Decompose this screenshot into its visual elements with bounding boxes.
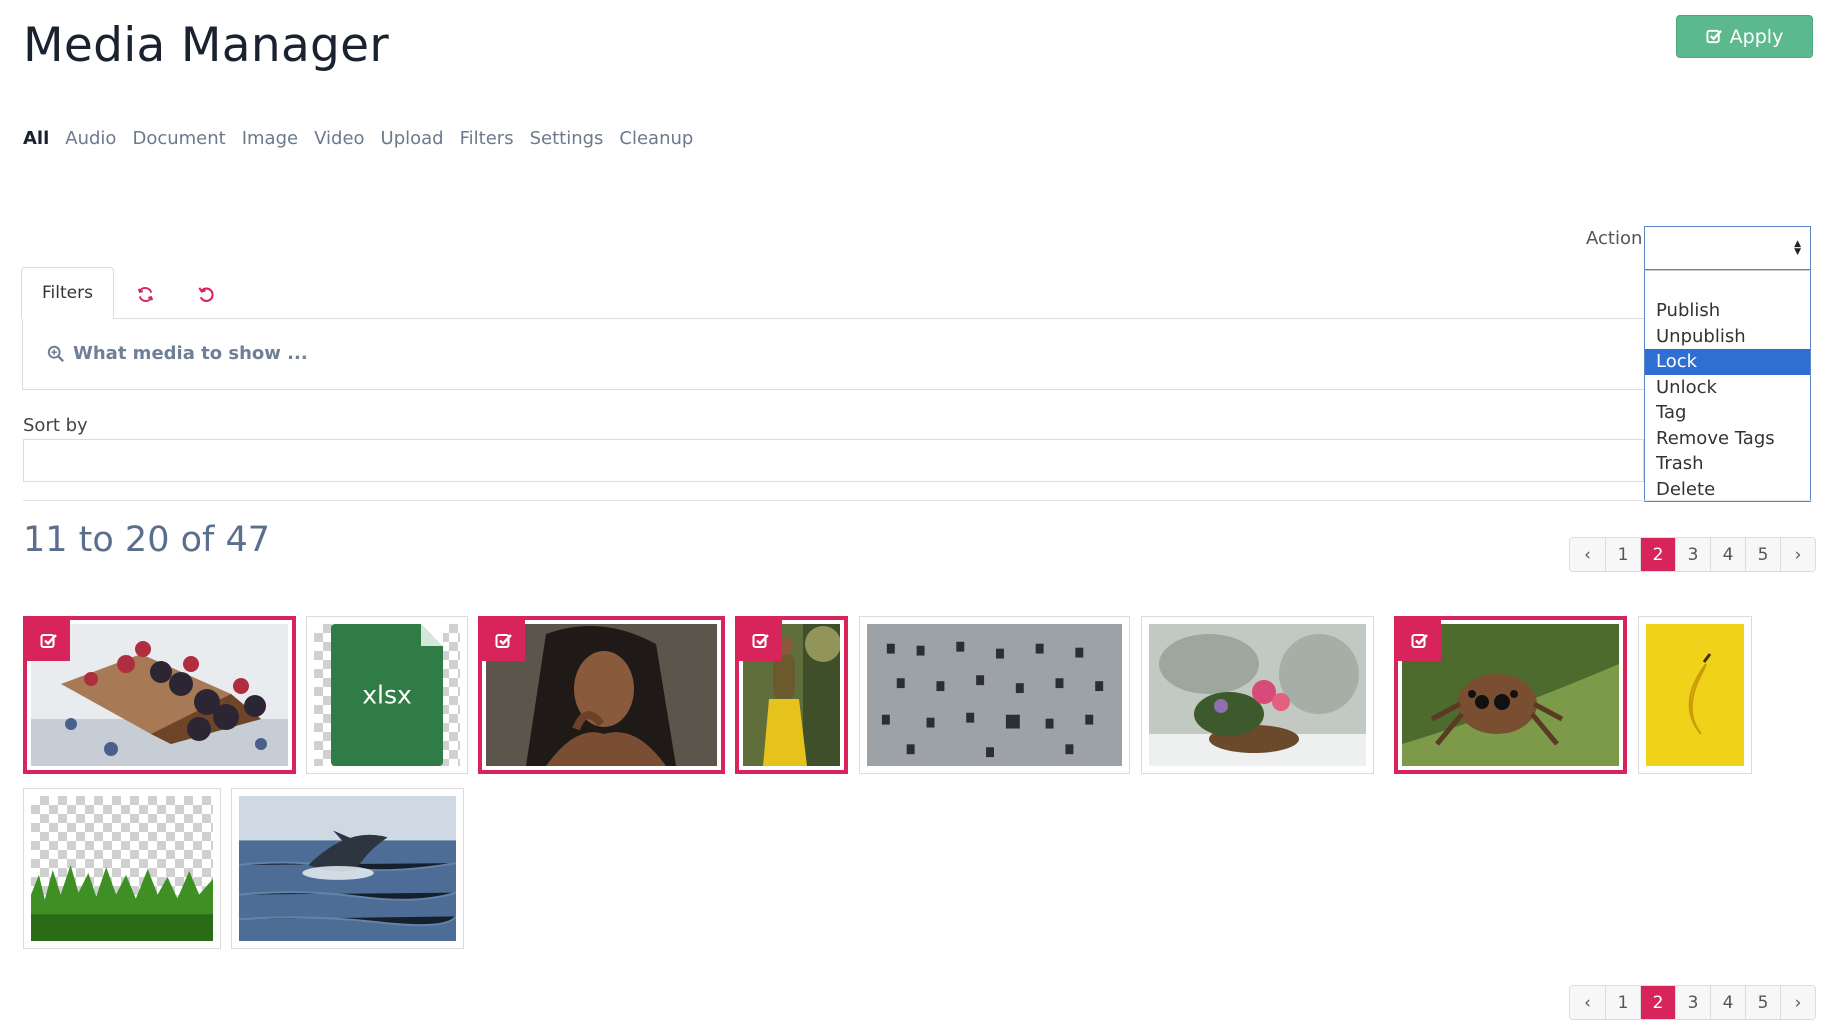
nav-audio[interactable]: Audio [65,128,116,149]
concrete-building-image [867,624,1122,766]
action-option-remove-tags[interactable]: Remove Tags [1645,426,1810,452]
refresh-icon[interactable] [133,282,157,306]
action-option-trash[interactable]: Trash [1645,451,1810,477]
select-arrows-icon: ▲ ▼ [1794,239,1801,257]
media-item-dessert[interactable] [23,616,296,774]
action-select[interactable]: ▲ ▼ [1644,226,1811,270]
next-page-button[interactable]: › [1780,986,1815,1019]
selected-check-icon[interactable] [1398,620,1441,661]
pagination-bottom: ‹ 1 2 3 4 5 › [1569,985,1816,1020]
filter-prompt[interactable]: What media to show ... [47,343,308,364]
action-option-unpublish[interactable]: Unpublish [1645,324,1810,350]
page-4-button[interactable]: 4 [1710,986,1745,1019]
result-count: 11 to 20 of 47 [23,520,270,560]
page-2-button[interactable]: 2 [1640,986,1675,1019]
action-option-unlock[interactable]: Unlock [1645,375,1810,401]
media-item-flowers[interactable] [1141,616,1374,774]
selected-check-icon[interactable] [482,620,525,661]
nav-image[interactable]: Image [242,128,298,149]
action-option-delete[interactable]: Delete [1645,477,1810,503]
media-item-grass[interactable] [23,788,221,949]
check-square-icon [1706,29,1722,44]
action-dropdown-list: Publish Unpublish Lock Unlock Tag Remove… [1644,270,1811,502]
apply-button[interactable]: Apply [1676,15,1813,58]
prev-page-button[interactable]: ‹ [1570,538,1605,571]
undo-icon[interactable] [194,282,218,306]
nav-upload[interactable]: Upload [381,128,444,149]
page-5-button[interactable]: 5 [1745,538,1780,571]
action-option-lock[interactable]: Lock [1645,349,1810,375]
action-label: Action [1586,228,1643,249]
nav-all[interactable]: All [23,128,49,149]
filter-prompt-text: What media to show ... [73,343,308,364]
prev-page-button[interactable]: ‹ [1570,986,1605,1019]
media-item-xlsx[interactable]: xlsx [306,616,468,774]
nav-video[interactable]: Video [314,128,364,149]
page-2-button[interactable]: 2 [1640,538,1675,571]
pagination-top: ‹ 1 2 3 4 5 › [1569,537,1816,572]
grass-transparent-image [31,796,213,941]
xlsx-document-preview: xlsx [314,624,460,766]
selected-check-icon[interactable] [739,620,782,661]
page-3-button[interactable]: 3 [1675,538,1710,571]
page-4-button[interactable]: 4 [1710,538,1745,571]
whale-breaching-image [239,796,456,941]
action-option-tag[interactable]: Tag [1645,400,1810,426]
divider [23,500,1813,501]
page-fold [421,624,443,646]
next-page-button[interactable]: › [1780,538,1815,571]
page-1-button[interactable]: 1 [1605,986,1640,1019]
page-title: Media Manager [23,18,390,73]
media-item-whale[interactable] [231,788,464,949]
sort-select[interactable] [23,439,1644,482]
selected-check-icon[interactable] [27,620,70,661]
sort-label: Sort by [23,415,88,436]
flower-basket-snow-image [1149,624,1366,766]
media-item-spider[interactable] [1394,616,1627,774]
xlsx-label: xlsx [362,680,412,710]
page-3-button[interactable]: 3 [1675,986,1710,1019]
media-item-woman-yellow[interactable] [735,616,848,774]
tab-filters[interactable]: Filters [21,267,114,319]
xlsx-file-icon: xlsx [331,624,443,766]
nav-cleanup[interactable]: Cleanup [619,128,693,149]
banana-yellow-image [1646,624,1744,766]
nav-settings[interactable]: Settings [530,128,604,149]
action-option-publish[interactable]: Publish [1645,298,1810,324]
nav-filters[interactable]: Filters [460,128,514,149]
search-plus-icon [47,345,65,362]
nav-document[interactable]: Document [132,128,225,149]
media-type-nav: All Audio Document Image Video Upload Fi… [23,128,693,149]
media-item-banana[interactable] [1638,616,1752,774]
media-item-building[interactable] [859,616,1130,774]
apply-button-label: Apply [1729,25,1784,48]
page-5-button[interactable]: 5 [1745,986,1780,1019]
media-item-woman-portrait[interactable] [478,616,725,774]
page-1-button[interactable]: 1 [1605,538,1640,571]
